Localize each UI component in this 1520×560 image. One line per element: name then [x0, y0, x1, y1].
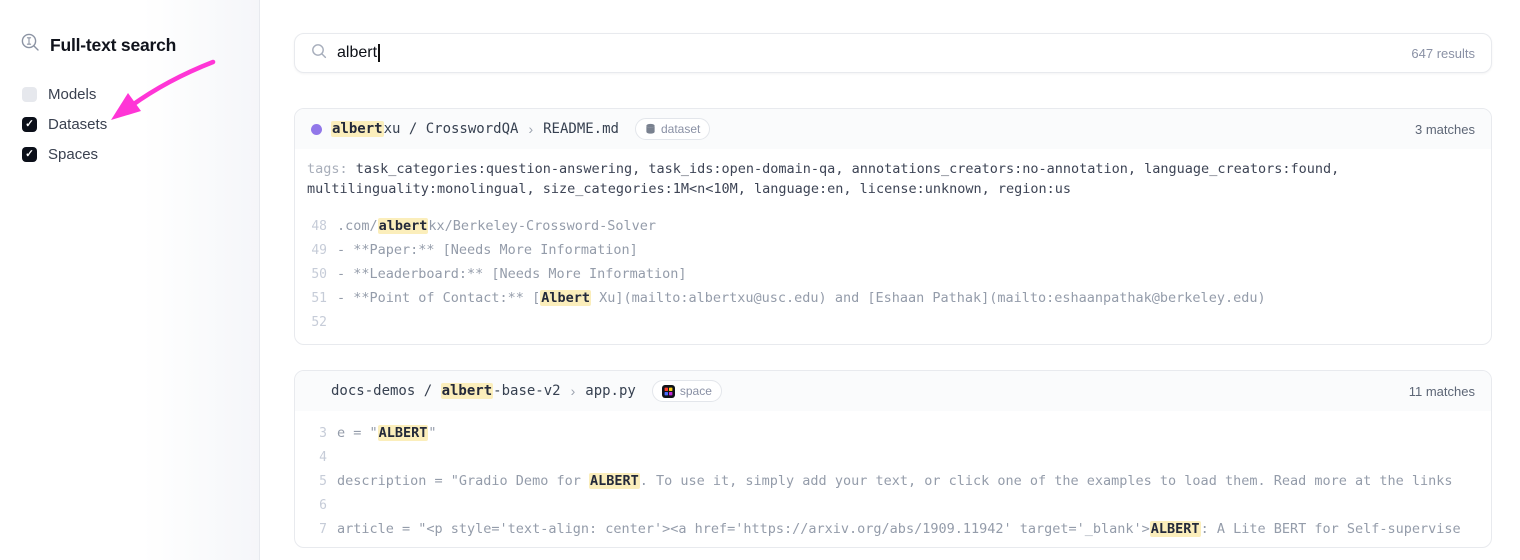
dataset-icon — [645, 123, 656, 135]
code-text: e = "ALBERT" — [337, 425, 437, 441]
page-title: Full-text search — [50, 35, 176, 56]
code-line: 4 — [295, 445, 1491, 469]
search-result-card: docs-demos / albert-base-v2 › app.py spa… — [294, 370, 1492, 548]
search-icon — [311, 43, 327, 64]
repo-name-link[interactable]: albertxu / CrosswordQA — [331, 121, 518, 137]
tags-text: task_categories:question-answering, task… — [307, 161, 1339, 197]
code-line: 6 — [295, 493, 1491, 517]
line-number: 48 — [311, 219, 327, 234]
filter-label: Models — [48, 86, 96, 103]
line-number: 50 — [311, 267, 327, 282]
repo-type-badge: space — [652, 380, 722, 402]
file-name-link[interactable]: app.py — [585, 383, 636, 399]
code-line: 49 - **Paper:** [Needs More Information] — [295, 238, 1491, 262]
badge-label: space — [680, 384, 712, 398]
line-number: 52 — [311, 315, 327, 330]
match-count: 11 matches — [1409, 384, 1475, 399]
sidebar: Full-text search Models Datasets Spaces — [0, 0, 260, 560]
result-header[interactable]: docs-demos / albert-base-v2 › app.py spa… — [295, 371, 1491, 411]
tags-block: tags: task_categories:question-answering… — [295, 149, 1491, 199]
code-line: 5 description = "Gradio Demo for ALBERT. … — [295, 469, 1491, 493]
search-result-card: albertxu / CrosswordQA › README.md datas… — [294, 108, 1492, 345]
code-line: 52 — [295, 310, 1491, 334]
badge-label: dataset — [661, 122, 700, 136]
result-header[interactable]: albertxu / CrosswordQA › README.md datas… — [295, 109, 1491, 149]
annotation-arrow-icon — [95, 50, 225, 130]
code-text: .com/albertkx/Berkeley-Crossword-Solver — [337, 218, 656, 234]
repo-avatar — [311, 124, 322, 135]
line-number: 6 — [311, 498, 327, 513]
code-text: - **Leaderboard:** [Needs More Informati… — [337, 266, 687, 282]
code-line: 48 .com/albertkx/Berkeley-Crossword-Solve… — [295, 214, 1491, 238]
chevron-right-icon: › — [528, 121, 533, 137]
chevron-right-icon: › — [571, 383, 576, 399]
line-number: 51 — [311, 291, 327, 306]
search-input[interactable]: albert — [337, 44, 377, 62]
fulltext-search-icon — [20, 32, 41, 58]
repo-type-badge: dataset — [635, 118, 710, 140]
line-number: 3 — [311, 426, 327, 441]
line-number: 5 — [311, 474, 327, 489]
code-text: - **Point of Contact:** [Albert Xu](mail… — [337, 290, 1266, 306]
fulltext-search-page: { "colors": { "highlight": "#fbeebb", "a… — [0, 0, 1520, 560]
line-number: 49 — [311, 243, 327, 258]
models-checkbox[interactable] — [22, 87, 37, 102]
code-line: 51 - **Point of Contact:** [Albert Xu](ma… — [295, 286, 1491, 310]
spaces-checkbox[interactable] — [22, 147, 37, 162]
code-snippet: 48 .com/albertkx/Berkeley-Crossword-Solve… — [295, 199, 1491, 334]
text-caret — [378, 44, 380, 62]
line-number: 7 — [311, 522, 327, 537]
sidebar-item-spaces[interactable]: Spaces — [22, 146, 107, 163]
sidebar-item-datasets[interactable]: Datasets — [22, 116, 107, 133]
filter-label: Datasets — [48, 116, 107, 133]
match-count: 3 matches — [1415, 122, 1475, 137]
file-name-link[interactable]: README.md — [543, 121, 619, 137]
space-icon — [662, 385, 675, 398]
filter-list: Models Datasets Spaces — [22, 86, 107, 163]
line-number: 4 — [311, 450, 327, 465]
search-bar[interactable]: albert 647 results — [294, 33, 1492, 73]
datasets-checkbox[interactable] — [22, 117, 37, 132]
code-text: article = "<p style='text-align: center'… — [337, 521, 1461, 537]
sidebar-header: Full-text search — [20, 32, 176, 58]
code-text: description = "Gradio Demo for ALBERT. T… — [337, 473, 1453, 489]
filter-label: Spaces — [48, 146, 98, 163]
code-line: 7 article = "<p style='text-align: center… — [295, 517, 1491, 541]
repo-name-link[interactable]: docs-demos / albert-base-v2 — [331, 383, 561, 399]
code-line: 50 - **Leaderboard:** [Needs More Informa… — [295, 262, 1491, 286]
code-snippet: 3 e = "ALBERT" 4 5 description = "Gradio Dem… — [295, 411, 1491, 541]
tags-label: tags: — [307, 161, 348, 177]
sidebar-item-models[interactable]: Models — [22, 86, 107, 103]
code-text: - **Paper:** [Needs More Information] — [337, 242, 638, 258]
results-count: 647 results — [1411, 46, 1475, 61]
code-line: 3 e = "ALBERT" — [295, 421, 1491, 445]
